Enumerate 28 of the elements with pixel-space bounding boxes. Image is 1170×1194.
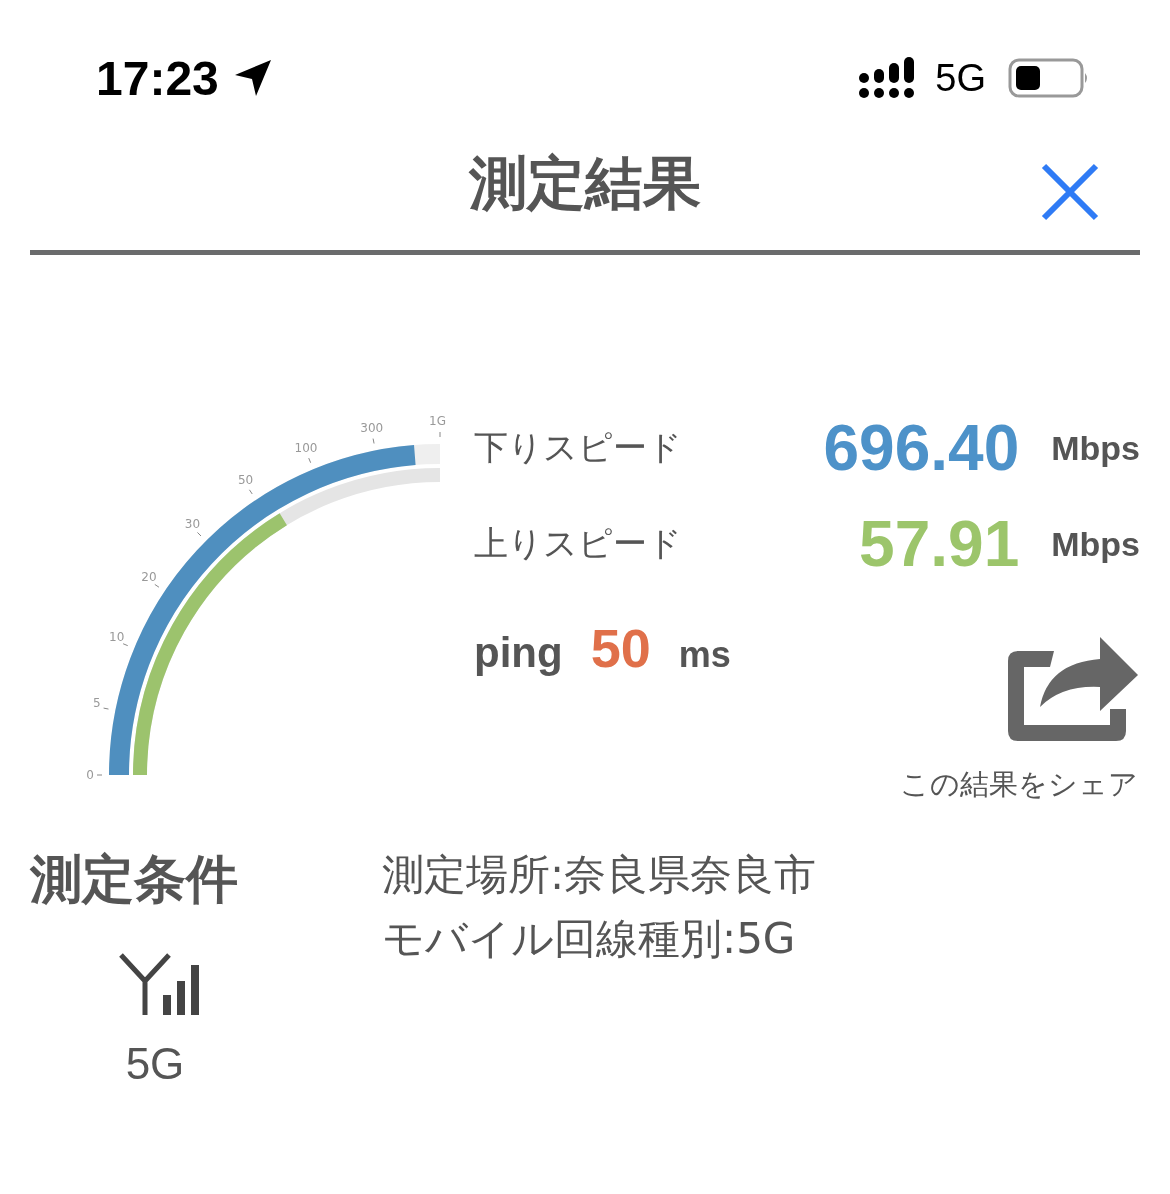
screen-title: 測定結果 bbox=[469, 148, 701, 219]
gauge-tick-label: 30 bbox=[184, 516, 201, 531]
speed-label: 上りスピード bbox=[474, 522, 683, 565]
ping-value: 50 bbox=[590, 617, 651, 679]
speed-value: 696.40 bbox=[822, 411, 1020, 485]
ping-unit: ms bbox=[678, 634, 731, 676]
battery-icon bbox=[1008, 58, 1090, 98]
gauge-tick-label: 100 bbox=[294, 440, 318, 455]
gauge-tick-label: 300 bbox=[360, 420, 384, 435]
speed-label: 下りスピード bbox=[474, 426, 683, 469]
condition-detail: モバイル回線種別:5G bbox=[382, 913, 797, 965]
gauge-tick-label: 10 bbox=[109, 630, 125, 645]
gauge-tick-label: 50 bbox=[237, 473, 254, 487]
conditions-title: 測定条件 bbox=[30, 848, 238, 911]
ping-label: ping bbox=[474, 629, 563, 677]
network-type-label: 5G bbox=[125, 1039, 185, 1089]
speed-unit: Mbps bbox=[1051, 428, 1140, 468]
gauge-tick-label: 0 bbox=[86, 768, 94, 782]
condition-detail: 測定場所:奈良県奈良市 bbox=[382, 849, 817, 901]
gauge-tick-label: 20 bbox=[141, 569, 157, 584]
status-time: 17:23 bbox=[96, 50, 219, 106]
speed-value: 57.91 bbox=[858, 507, 1020, 581]
close-icon[interactable] bbox=[1040, 162, 1100, 222]
share-label[interactable]: この結果をシェア bbox=[900, 765, 1138, 805]
gauge-tick-label: 1G bbox=[429, 414, 446, 428]
network-type: 5G bbox=[935, 56, 986, 100]
gauge-tick-label: 5 bbox=[92, 695, 101, 710]
speed-unit: Mbps bbox=[1051, 524, 1140, 564]
